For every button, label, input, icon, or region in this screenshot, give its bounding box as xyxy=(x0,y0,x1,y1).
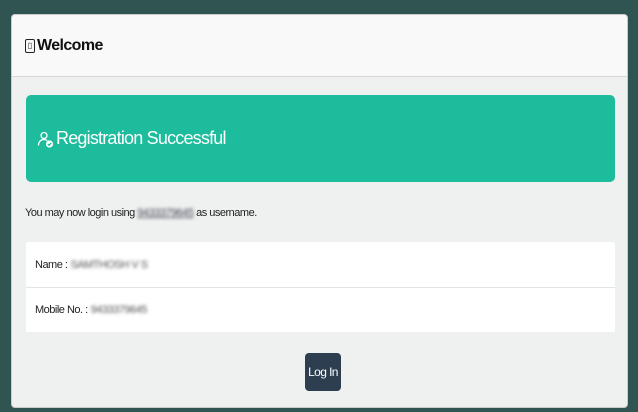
success-banner: Registration Successful xyxy=(26,95,615,182)
modal-header: ▯ Welcome xyxy=(12,15,627,77)
detail-row-mobile: Mobile No. : 9433379645 xyxy=(26,287,615,332)
modal-title: Welcome xyxy=(37,36,103,54)
info-username: 9433379645 xyxy=(137,207,194,219)
login-info-text: You may now login using 9433379645 as us… xyxy=(25,207,257,219)
detail-value-mobile: 9433379645 xyxy=(90,304,148,316)
mobile-phone-icon: ▯ xyxy=(25,38,35,53)
details-list: Name : SAMTHOSH V S Mobile No. : 9433379… xyxy=(26,242,615,332)
detail-label-name: Name : xyxy=(35,258,68,271)
info-prefix: You may now login using xyxy=(25,207,135,219)
registration-modal: ▯ Welcome Registration Successful You ma… xyxy=(11,14,628,408)
detail-label-mobile: Mobile No. : xyxy=(35,304,88,316)
detail-row-name: Name : SAMTHOSH V S xyxy=(26,242,615,287)
detail-value-name: SAMTHOSH V S xyxy=(70,258,148,271)
info-suffix: as username. xyxy=(196,207,257,219)
banner-message: Registration Successful xyxy=(56,128,226,148)
login-button[interactable]: Log In xyxy=(305,353,341,391)
user-check-icon xyxy=(37,131,54,148)
